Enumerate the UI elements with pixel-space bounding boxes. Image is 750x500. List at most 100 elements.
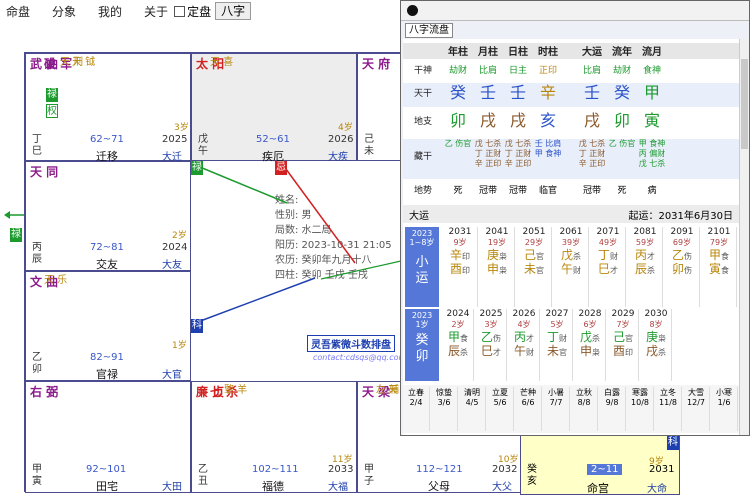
dayun-gan-shen: 伤 (684, 252, 692, 261)
canggan-cell: 戊 七杀 丁 正财 辛 正印 (474, 139, 502, 168)
liunian-age: 4岁 (517, 320, 531, 329)
liunian-zhi: 戌 (645, 344, 658, 358)
dayun-gan: 丙 (634, 248, 647, 262)
dayun-column[interactable]: 2071 49岁 丁财 巳才 (591, 227, 626, 307)
dayun-column[interactable]: 2051 29岁 己官 未官 (517, 227, 552, 307)
dayun-zhi-shen: 印 (462, 266, 470, 275)
dayun-zhi-shen: 食 (721, 266, 729, 275)
dayun-column[interactable]: 2041 19岁 庚枭 申枭 (480, 227, 515, 307)
row-label: 天干 (413, 89, 432, 99)
liunian-year: 2028 (578, 309, 602, 319)
jieqi-cell[interactable]: 立春 2/4 (403, 387, 430, 431)
menu-item-wode[interactable]: 我的 (98, 3, 122, 20)
jieqi-cell[interactable]: 大雪 12/7 (683, 387, 710, 431)
menu-item-fenxiang[interactable]: 分象 (52, 3, 76, 20)
jieqi-name: 小暑 (548, 388, 564, 397)
cell: 食神 (642, 66, 661, 76)
scrollbar-thumb[interactable] (741, 59, 748, 149)
bazi-window: 八字流盘 年柱 月柱 日柱 时柱 大运 流年 流月 干神 劫财 比肩 日主 正印… (400, 0, 750, 436)
ke-marker: 科 (191, 319, 203, 333)
dayun-year: 2061 (559, 227, 583, 237)
liunian-gan: 甲 (447, 330, 460, 344)
liunian-zhi-shen: 才 (493, 348, 501, 357)
jieqi-cell[interactable]: 小暑 7/7 (543, 387, 570, 431)
liunian-head-year: 2023 1岁 (411, 311, 433, 329)
app-window: { "menu": { "items": ["命盘", "分象", "我的", … (0, 0, 750, 500)
jieqi-name: 大雪 (688, 388, 704, 397)
canggan-cell: 乙 伤官 (444, 139, 472, 148)
jieqi-date: 4/5 (465, 398, 479, 407)
year-label: 2031 (649, 464, 675, 475)
menu-item-guanyu[interactable]: 关于 (144, 3, 168, 20)
dayun-gan-shen: 印 (462, 252, 470, 261)
jieqi-name: 白露 (604, 388, 620, 397)
liunian-gan: 乙 (480, 330, 493, 344)
jieqi-cell[interactable]: 立夏 5/6 (487, 387, 514, 431)
liunian-gan-shen: 财 (559, 334, 567, 343)
xiaoyun-box[interactable]: 2023 1~8岁 小 运 (405, 227, 439, 307)
tiangan-cell: 壬 (583, 83, 600, 102)
col-header: 流年 (612, 47, 632, 58)
liunian-column[interactable]: 2025 3岁 乙伤 巳才 (476, 309, 507, 381)
window-titlebar[interactable] (401, 1, 749, 21)
dingpan-checkbox[interactable] (174, 5, 186, 17)
liunian-gan: 戊 (579, 330, 592, 344)
liunian-column[interactable]: 2028 6岁 戊杀 申枭 (575, 309, 606, 381)
jieqi-cell[interactable]: 寒露 10/8 (627, 387, 654, 431)
jieqi-name: 寒露 (632, 388, 648, 397)
scrollbar[interactable] (739, 39, 749, 435)
liunian-year: 2025 (479, 309, 503, 319)
jieqi-name: 立夏 (492, 388, 508, 397)
jieqi-cell[interactable]: 芒种 6/6 (515, 387, 542, 431)
jieqi-date: 2/4 (409, 398, 423, 407)
dayun-zhi-shen: 官 (536, 266, 544, 275)
jieqi-cell[interactable]: 小寒 1/6 (711, 387, 738, 431)
dayun-gan-shen: 才 (647, 252, 655, 261)
jieqi-cell[interactable]: 白露 9/8 (599, 387, 626, 431)
dayun-zhi: 酉 (449, 262, 462, 276)
liunian-column[interactable]: 2027 5岁 丁财 未官 (542, 309, 573, 381)
liunian-column[interactable]: 2026 4岁 丙才 午财 (509, 309, 540, 381)
menu-item-mingpan[interactable]: 命盘 (6, 3, 30, 20)
lu-left-tag: 禄 (10, 228, 22, 242)
cell: 日主 (508, 66, 527, 76)
liunian-column[interactable]: 2024 2岁 甲食 辰杀 (443, 309, 474, 381)
liunian-head-zhi: 卯 (415, 349, 429, 364)
jieqi-cell[interactable]: 惊蛰 3/6 (431, 387, 458, 431)
jieqi-date: 5/6 (493, 398, 507, 407)
liunian-column[interactable]: 2030 8岁 庚枭 戌杀 (641, 309, 672, 381)
dayun-gan: 辛 (449, 248, 462, 262)
dayun-gan: 庚 (486, 248, 499, 262)
cell: 冠带 (508, 186, 527, 196)
jieqi-cell[interactable]: 立冬 11/8 (655, 387, 682, 431)
row-label: 藏干 (413, 152, 432, 162)
dayun-column[interactable]: 2101 79岁 甲食 寅食 (702, 227, 737, 307)
dayun-column[interactable]: 2081 59岁 丙才 辰杀 (628, 227, 663, 307)
arrow-quan (320, 260, 402, 280)
dizhi-cell: 戌 (479, 111, 496, 130)
arrow-ke (194, 277, 316, 324)
dayun-zhi-shen: 杀 (647, 266, 655, 275)
liunian-zhi-shen: 杀 (658, 348, 666, 357)
jieqi-cell[interactable]: 清明 4/5 (459, 387, 486, 431)
liunian-head-gan: 癸 (415, 333, 429, 348)
liunian-gan-shen: 食 (460, 334, 468, 343)
menu-bar: 命盘 分象 我的 关于 定盘 八字 (0, 0, 400, 22)
dayun-column[interactable]: 2031 9岁 辛印 酉印 (443, 227, 478, 307)
bazi-button[interactable]: 八字 (215, 2, 252, 20)
window-dot-icon[interactable] (407, 5, 418, 16)
tab-bazi-liupan[interactable]: 八字流盘 (405, 23, 453, 38)
dayun-column[interactable]: 2061 39岁 戊杀 午财 (554, 227, 589, 307)
dingpan-label: 定盘 (187, 4, 212, 19)
tiangan-cell: 癸 (613, 83, 630, 102)
xiaoyun-label: 小 运 (415, 255, 429, 286)
jieqi-cell[interactable]: 立秋 8/8 (571, 387, 598, 431)
palace-cell-ming[interactable]: 科 9岁 癸 亥 2~11 2031 命宫 大命 (520, 435, 680, 495)
jieqi-name: 立春 (408, 388, 424, 397)
dayun-column[interactable]: 2091 69岁 乙伤 卯伤 (665, 227, 700, 307)
liunian-column[interactable]: 2029 7岁 己官 酉印 (608, 309, 639, 381)
left-arrow-icon (4, 211, 24, 219)
liunian-current[interactable]: 2023 1岁 癸 卯 (405, 309, 439, 381)
jieqi-row: 立春 2/4 惊蛰 3/6 清明 4/5 立夏 5/6 芒种 6/6 小暑 7/7 立秋 8… (403, 385, 739, 433)
canggan-cell: 甲 食神 丙 偏财 戊 七杀 (638, 139, 666, 168)
